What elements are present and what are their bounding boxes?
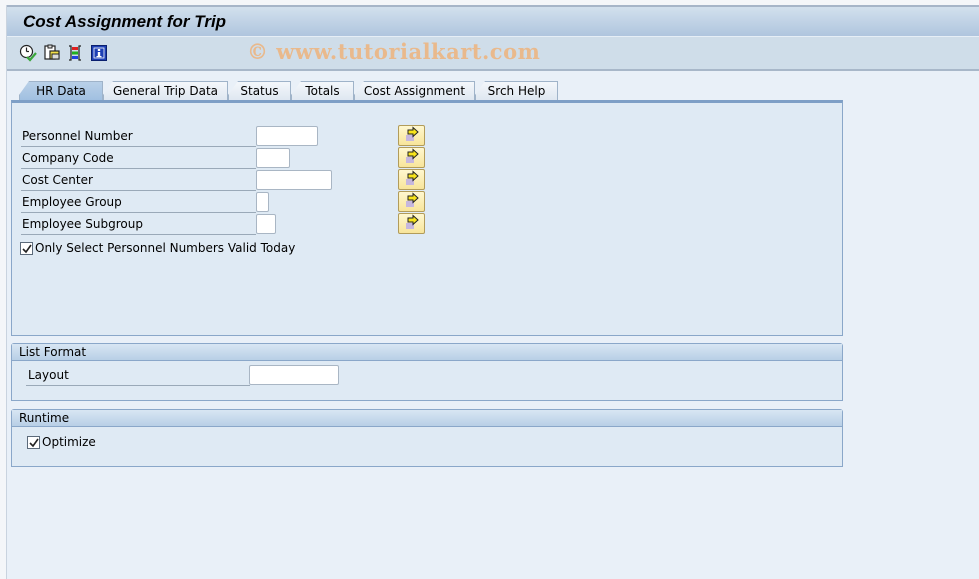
- multiple-selection-button[interactable]: [398, 125, 425, 146]
- optimize-checkbox[interactable]: [27, 436, 40, 449]
- layout-label: Layout: [26, 366, 250, 386]
- multiple-selection-button[interactable]: [398, 213, 425, 234]
- tab-srch-help[interactable]: Srch Help: [475, 81, 558, 101]
- tab-general-trip-data[interactable]: General Trip Data: [103, 81, 228, 101]
- employee-subgroup-input[interactable]: [256, 214, 276, 234]
- multiple-selection-button[interactable]: [398, 191, 425, 212]
- list-format-group: List Format Layout: [11, 343, 843, 401]
- employee-subgroup-label: Employee Subgroup: [21, 214, 256, 235]
- list-format-title: List Format: [12, 344, 842, 361]
- personnel-number-label: Personnel Number: [21, 126, 256, 147]
- tab-cost-assignment[interactable]: Cost Assignment: [354, 81, 475, 101]
- runtime-title: Runtime: [12, 410, 842, 427]
- multiple-selection-button[interactable]: [398, 147, 425, 168]
- title-bar: Cost Assignment for Trip: [7, 5, 979, 37]
- runtime-group: Runtime Optimize: [11, 409, 843, 467]
- application-toolbar: © www.tutorialkart.com: [7, 37, 979, 71]
- watermark-text: © www.tutorialkart.com: [247, 39, 541, 64]
- dynamic-selections-icon[interactable]: [66, 44, 84, 62]
- optimize-label: Optimize: [42, 435, 96, 449]
- cost-center-label: Cost Center: [21, 170, 256, 191]
- cost-center-input[interactable]: [256, 170, 332, 190]
- company-code-input[interactable]: [256, 148, 290, 168]
- hr-data-panel: Personnel Number Company Code Cost Cente…: [11, 100, 843, 336]
- tab-hr-data[interactable]: HR Data: [19, 81, 103, 102]
- get-variant-icon[interactable]: [43, 44, 61, 62]
- valid-today-checkbox[interactable]: [20, 242, 33, 255]
- layout-input[interactable]: [249, 365, 339, 385]
- employee-group-input[interactable]: [256, 192, 269, 212]
- employee-group-label: Employee Group: [21, 192, 256, 213]
- execute-icon[interactable]: [19, 44, 37, 62]
- tab-totals[interactable]: Totals: [291, 81, 354, 101]
- multiple-selection-button[interactable]: [398, 169, 425, 190]
- info-icon[interactable]: [90, 44, 108, 62]
- tab-status[interactable]: Status: [228, 81, 291, 101]
- sap-window: Cost Assignment for Trip © www.tutorialk…: [6, 5, 979, 579]
- company-code-label: Company Code: [21, 148, 256, 169]
- personnel-number-input[interactable]: [256, 126, 318, 146]
- page-title: Cost Assignment for Trip: [23, 12, 227, 31]
- valid-today-label: Only Select Personnel Numbers Valid Toda…: [35, 241, 296, 255]
